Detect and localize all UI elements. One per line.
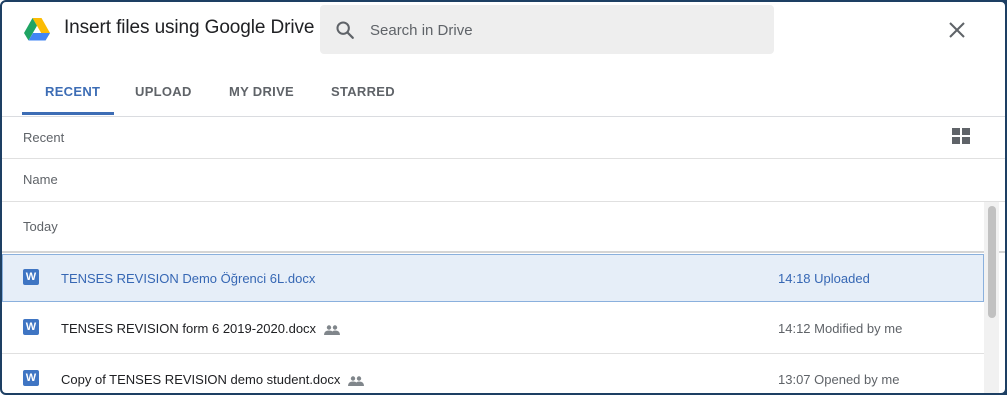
- dialog-header: Insert files using Google Drive: [2, 2, 1005, 58]
- tab-my-drive[interactable]: MY DRIVE: [229, 84, 294, 99]
- file-row[interactable]: W TENSES REVISION Demo Öğrenci 6L.docx 1…: [2, 254, 984, 302]
- word-doc-icon: W: [23, 269, 39, 285]
- tab-recent[interactable]: RECENT: [45, 84, 100, 99]
- file-row[interactable]: W Copy of TENSES REVISION demo student.d…: [2, 355, 984, 393]
- google-drive-icon: [24, 18, 50, 41]
- file-row[interactable]: W TENSES REVISION form 6 2019-2020.docx …: [2, 304, 984, 352]
- word-doc-icon: W: [23, 319, 39, 335]
- grid-view-icon[interactable]: [952, 128, 970, 144]
- tab-starred[interactable]: STARRED: [331, 84, 395, 99]
- file-time: 13:07 Opened by me: [778, 372, 900, 387]
- file-name: TENSES REVISION Demo Öğrenci 6L.docx: [61, 271, 316, 286]
- active-tab-indicator: [22, 112, 114, 115]
- file-time: 14:18 Uploaded: [778, 271, 870, 286]
- dialog-title: Insert files using Google Drive: [64, 17, 315, 38]
- divider: [2, 158, 1005, 159]
- search-box[interactable]: [320, 5, 774, 54]
- divider: [2, 201, 1005, 202]
- file-time: 14:12 Modified by me: [778, 321, 903, 336]
- close-icon[interactable]: [946, 19, 968, 41]
- scrollbar-thumb[interactable]: [988, 206, 996, 318]
- drive-picker-dialog: Insert files using Google Drive RECENT U…: [0, 0, 1007, 395]
- search-icon[interactable]: [334, 19, 356, 41]
- divider: [2, 251, 1005, 253]
- column-header-name[interactable]: Name: [23, 172, 58, 187]
- tab-upload[interactable]: UPLOAD: [135, 84, 192, 99]
- search-input[interactable]: [368, 17, 752, 43]
- tab-bar: RECENT UPLOAD MY DRIVE STARRED: [2, 68, 1005, 117]
- group-label-today: Today: [23, 219, 58, 234]
- divider: [2, 353, 984, 354]
- shared-people-icon: [324, 324, 341, 335]
- file-name: Copy of TENSES REVISION demo student.doc…: [61, 372, 365, 387]
- section-title: Recent: [23, 130, 65, 145]
- shared-people-icon: [348, 375, 365, 386]
- file-name: TENSES REVISION form 6 2019-2020.docx: [61, 321, 341, 336]
- word-doc-icon: W: [23, 370, 39, 386]
